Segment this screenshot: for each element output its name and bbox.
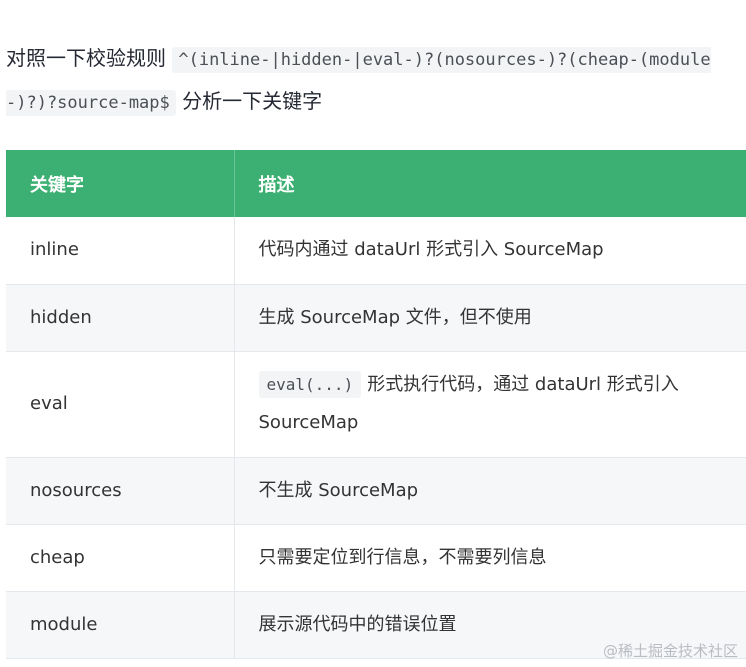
- table-row: eval eval(...) 形式执行代码，通过 dataUrl 形式引入 Sou…: [6, 351, 746, 458]
- keyword-cell: nosources: [6, 457, 235, 525]
- keyword-cell: eval: [6, 351, 235, 458]
- keyword-cell: cheap: [6, 524, 235, 592]
- keyword-table: 关键字 描述 inline 代码内通过 dataUrl 形式引入 SourceM…: [6, 150, 746, 659]
- table-row: cheap 只需要定位到行信息，不需要列信息: [6, 524, 746, 592]
- table-body: inline 代码内通过 dataUrl 形式引入 SourceMap hidd…: [6, 217, 746, 659]
- table-header-row: 关键字 描述: [6, 150, 746, 217]
- intro-tail-text: 分析一下关键字: [175, 89, 323, 113]
- header-description: 描述: [234, 150, 746, 217]
- table-header: 关键字 描述: [6, 150, 746, 217]
- keyword-cell: hidden: [6, 284, 235, 352]
- description-cell: 只需要定位到行信息，不需要列信息: [234, 524, 746, 592]
- table-row: inline 代码内通过 dataUrl 形式引入 SourceMap: [6, 217, 746, 285]
- keyword-cell: inline: [6, 217, 235, 285]
- keyword-cell: module: [6, 591, 235, 659]
- eval-inline-code: eval(...): [258, 371, 362, 398]
- description-cell: 代码内通过 dataUrl 形式引入 SourceMap: [234, 217, 746, 285]
- watermark: @稀土掘金技术社区: [602, 642, 738, 660]
- intro-paragraph: 对照一下校验规则 ^(inline-|hidden-|eval-)?(nosou…: [6, 38, 742, 124]
- description-cell: 生成 SourceMap 文件，但不使用: [234, 284, 746, 352]
- intro-lead-text: 对照一下校验规则: [6, 46, 173, 70]
- table-row: nosources 不生成 SourceMap: [6, 457, 746, 525]
- description-cell: 不生成 SourceMap: [234, 457, 746, 525]
- description-cell: eval(...) 形式执行代码，通过 dataUrl 形式引入 SourceMa…: [234, 351, 746, 458]
- header-keyword: 关键字: [6, 150, 235, 217]
- table-row: hidden 生成 SourceMap 文件，但不使用: [6, 284, 746, 352]
